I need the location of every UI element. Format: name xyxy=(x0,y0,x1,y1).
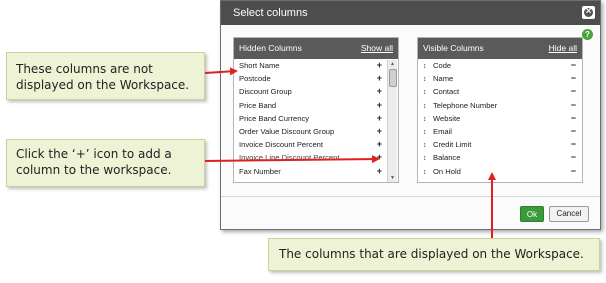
scroll-thumb[interactable] xyxy=(389,69,397,87)
scroll-up-icon[interactable]: ▲ xyxy=(388,60,397,68)
hidden-column-item: Order Value Discount Group + xyxy=(234,125,398,138)
hidden-columns-title: Hidden Columns xyxy=(239,43,302,53)
hidden-column-item: Price Band Currency + xyxy=(234,112,398,125)
remove-icon[interactable]: − xyxy=(571,151,576,164)
visible-columns-title: Visible Columns xyxy=(423,43,484,53)
visible-columns-panel: Visible Columns Hide all ↕ Code − ↕ Name − ↕… xyxy=(417,37,583,183)
column-label: Discount Group xyxy=(239,87,292,97)
add-icon[interactable]: + xyxy=(377,99,382,112)
add-icon[interactable]: + xyxy=(377,151,382,164)
visible-column-item[interactable]: ↕ Email − xyxy=(418,125,582,138)
visible-column-item[interactable]: ↕ Credit Limit − xyxy=(418,138,582,151)
hidden-column-item: Fax Number + xyxy=(234,165,398,178)
callout-line: Click the ‘+’ icon to add a xyxy=(16,147,172,161)
remove-icon[interactable]: − xyxy=(571,138,576,151)
remove-icon[interactable]: − xyxy=(571,112,576,125)
scroll-down-icon[interactable]: ▼ xyxy=(388,174,397,182)
visible-columns-header: Visible Columns Hide all xyxy=(418,38,582,59)
remove-icon[interactable]: − xyxy=(571,99,576,112)
callout-add-icon: Click the ‘+’ icon to add a column to th… xyxy=(6,139,205,187)
hidden-column-item: Invoice Discount Percent + xyxy=(234,138,398,151)
column-label: Invoice Line Discount Percent xyxy=(239,153,340,163)
add-icon[interactable]: + xyxy=(377,138,382,151)
footer-divider xyxy=(221,196,600,197)
callout-line: displayed on the Workspace. xyxy=(16,78,190,92)
column-label: Contact xyxy=(433,87,460,97)
column-label: Fax Number xyxy=(239,166,281,176)
remove-icon[interactable]: − xyxy=(571,165,576,178)
hidden-columns-header: Hidden Columns Show all xyxy=(234,38,398,59)
hidden-columns-scrollbar[interactable]: ▲ ▼ xyxy=(387,60,397,182)
column-label: Invoice Discount Percent xyxy=(239,140,323,150)
column-label: Code xyxy=(433,61,452,70)
column-label: Balance xyxy=(433,153,461,163)
drag-handle-icon[interactable]: ↕ xyxy=(423,166,433,179)
visible-column-item[interactable]: ↕ Website − xyxy=(418,112,582,125)
add-icon[interactable]: + xyxy=(377,112,382,125)
callout-visible-columns: The columns that are displayed on the Wo… xyxy=(268,238,600,271)
callout-hidden-columns: These columns are not displayed on the W… xyxy=(6,52,205,100)
dialog-title: Select columns xyxy=(221,1,600,25)
column-label: Price Band xyxy=(239,100,277,110)
add-icon[interactable]: + xyxy=(377,85,382,98)
column-label: Order Value Discount Group xyxy=(239,126,335,136)
hidden-column-item: Price Band + xyxy=(234,99,398,112)
hidden-column-item: Short Name + xyxy=(234,59,398,72)
callout-line: These columns are not xyxy=(16,62,153,76)
remove-icon[interactable]: − xyxy=(571,72,576,85)
hidden-columns-panel: Hidden Columns Show all Short Name + Post… xyxy=(233,37,399,183)
visible-column-item[interactable]: ↕ On Hold − xyxy=(418,165,582,178)
column-label: Short Name xyxy=(239,61,280,70)
add-icon[interactable]: + xyxy=(377,125,382,138)
column-label: Telephone Number xyxy=(433,100,498,110)
visible-columns-list: ↕ Code − ↕ Name − ↕ Contact − ↕ Telephone Numbe… xyxy=(418,59,582,178)
visible-column-item[interactable]: ↕ Name − xyxy=(418,72,582,85)
hidden-column-item: Discount Group + xyxy=(234,85,398,98)
visible-column-item[interactable]: ↕ Contact − xyxy=(418,85,582,98)
remove-icon[interactable]: − xyxy=(571,125,576,138)
column-label: Postcode xyxy=(239,74,271,84)
column-label: Email xyxy=(433,126,452,136)
ok-button[interactable]: Ok xyxy=(520,206,544,222)
hidden-column-item: Postcode + xyxy=(234,72,398,85)
visible-column-item[interactable]: ↕ Telephone Number − xyxy=(418,99,582,112)
column-label: On Hold xyxy=(433,166,461,176)
add-icon[interactable]: + xyxy=(377,72,382,85)
add-icon[interactable]: + xyxy=(377,165,382,178)
hide-all-link[interactable]: Hide all xyxy=(549,38,577,59)
select-columns-dialog: Select columns ? Hidden Columns Show all… xyxy=(220,0,601,230)
help-icon[interactable]: ? xyxy=(582,29,593,40)
callout-line: column to the workspace. xyxy=(16,163,172,177)
add-icon[interactable]: + xyxy=(377,59,382,72)
close-icon[interactable] xyxy=(582,5,595,19)
remove-icon[interactable]: − xyxy=(571,85,576,98)
hidden-columns-list: Short Name + Postcode + Discount Group + Pr… xyxy=(234,59,398,178)
visible-column-item[interactable]: ↕ Code − xyxy=(418,59,582,72)
column-label: Credit Limit xyxy=(433,140,472,150)
cancel-button[interactable]: Cancel xyxy=(549,206,589,222)
visible-column-item[interactable]: ↕ Balance − xyxy=(418,151,582,164)
column-label: Price Band Currency xyxy=(239,113,310,123)
remove-icon[interactable]: − xyxy=(571,59,576,72)
show-all-link[interactable]: Show all xyxy=(361,38,393,59)
hidden-column-item: Invoice Line Discount Percent + xyxy=(234,151,398,164)
column-label: Name xyxy=(433,74,454,84)
column-label: Website xyxy=(433,113,461,123)
